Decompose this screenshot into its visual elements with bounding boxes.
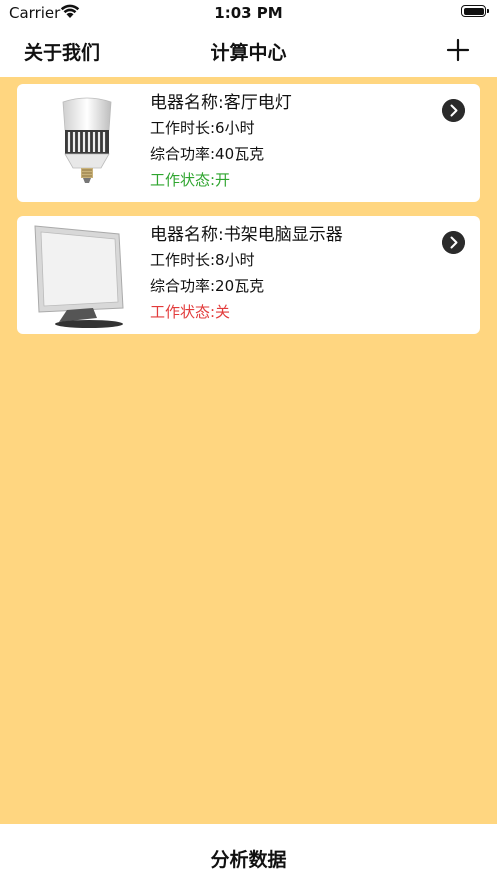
analyze-data-label: 分析数据: [210, 849, 287, 871]
device-power: 综合功率:40瓦克: [150, 145, 265, 163]
status-bar: Carrier 1:03 PM: [0, 0, 497, 26]
device-name: 电器名称:书架电脑显示器: [150, 225, 343, 245]
device-card-living-room-light[interactable]: 电器名称:客厅电灯 工作时长:6小时 综合功率:40瓦克 工作状态:开: [17, 84, 480, 202]
plus-icon[interactable]: [446, 38, 470, 62]
battery-icon: [461, 5, 489, 17]
device-info: 电器名称:书架电脑显示器 工作时长:8小时 综合功率:20瓦克 工作状态:关: [150, 224, 430, 328]
light-bulb-image: [62, 97, 112, 183]
device-card-bookshelf-monitor[interactable]: 电器名称:书架电脑显示器 工作时长:8小时 综合功率:20瓦克 工作状态:关: [17, 216, 480, 334]
analyze-data-button[interactable]: 分析数据: [0, 824, 497, 883]
device-status: 工作状态:关: [150, 303, 231, 321]
device-hours: 工作时长:6小时: [150, 119, 255, 137]
status-time: 1:03 PM: [214, 4, 283, 22]
monitor-image: [34, 225, 124, 328]
device-power: 综合功率:20瓦克: [150, 277, 265, 295]
device-hours: 工作时长:8小时: [150, 251, 255, 269]
navigation-bar: 关于我们 计算中心: [0, 26, 497, 77]
device-name: 电器名称:客厅电灯: [150, 93, 292, 113]
chevron-right-icon[interactable]: [442, 231, 465, 254]
about-us-button[interactable]: 关于我们: [24, 38, 100, 65]
device-info: 电器名称:客厅电灯 工作时长:6小时 综合功率:40瓦克 工作状态:开: [150, 92, 430, 196]
chevron-right-icon[interactable]: [442, 99, 465, 122]
device-status: 工作状态:开: [150, 171, 231, 189]
